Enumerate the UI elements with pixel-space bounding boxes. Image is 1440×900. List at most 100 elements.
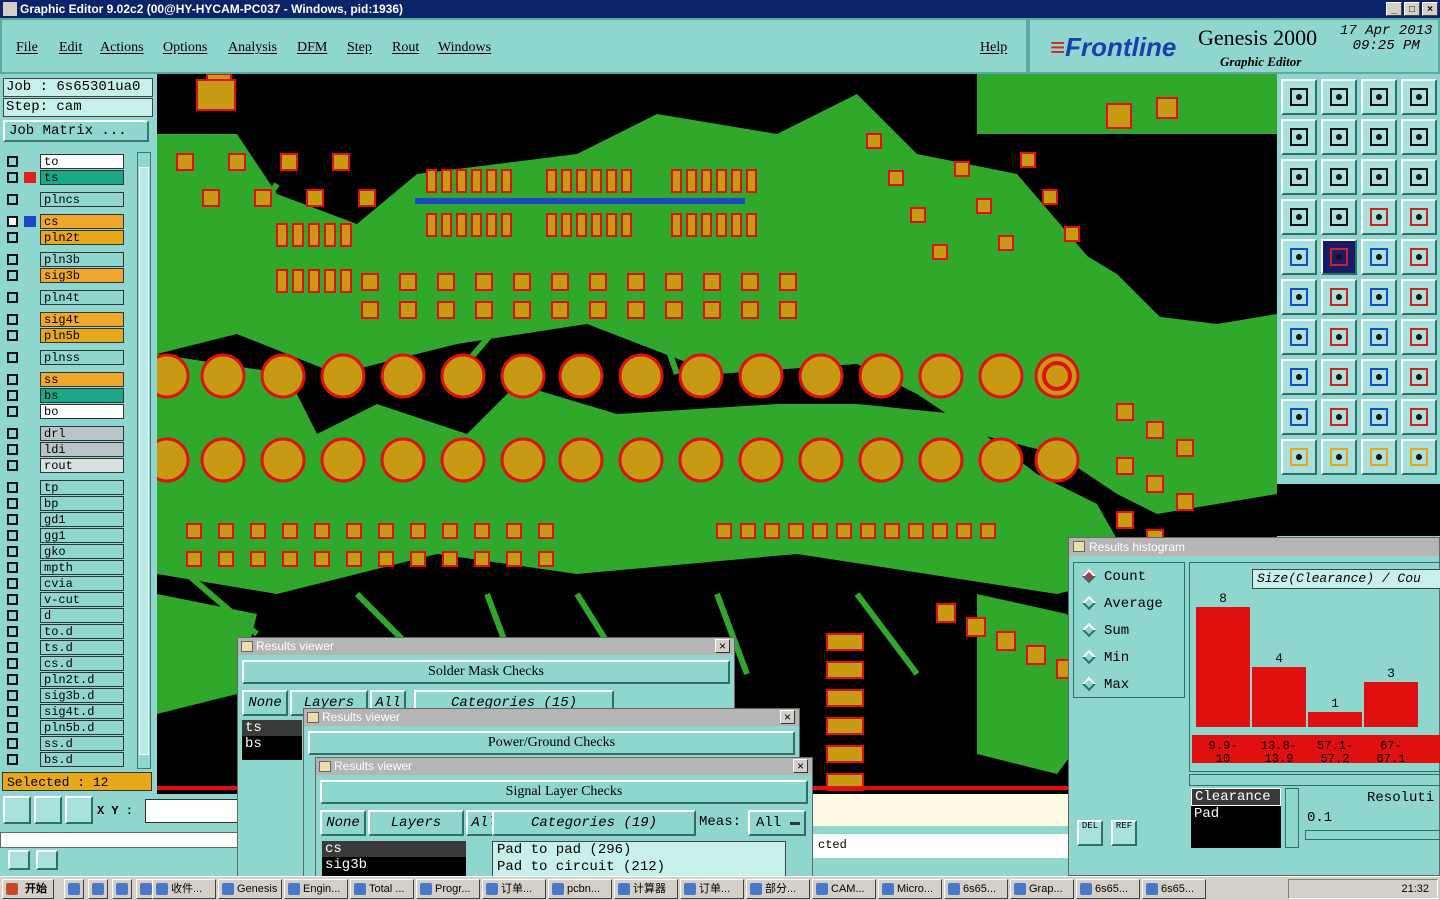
layer-row[interactable]: bs [4,388,126,403]
layer-name[interactable]: pln3b [40,252,124,267]
menu-step[interactable]: Step [347,40,372,56]
pointer-select-button[interactable] [1361,439,1397,475]
layer-row[interactable]: sig3b.d [4,688,126,703]
layer-checkbox[interactable] [7,314,18,325]
rotate-arc-button[interactable] [1361,319,1397,355]
taskbar-item[interactable]: 收件... [152,879,216,899]
taskbar-item[interactable]: Progr... [416,879,480,899]
mode-average[interactable]: Average [1081,596,1163,612]
taskbar-item[interactable]: 计算器 [614,879,678,899]
menu-windows[interactable]: Windows [438,40,491,56]
snap-button[interactable] [8,850,30,870]
layer-checkbox[interactable] [7,172,18,183]
quicklaunch-button[interactable] [112,879,132,899]
rv1-close-button[interactable]: × [715,639,730,653]
triangle-button[interactable] [1281,399,1317,435]
menu-actions[interactable]: Actions [100,40,144,56]
circle-button[interactable] [1401,239,1437,275]
layer-checkbox[interactable] [7,754,18,765]
arc-button[interactable] [1361,279,1397,315]
layer-name[interactable]: v-cut [40,592,124,607]
rv2-close-button[interactable]: × [780,710,795,724]
menu-dfm[interactable]: DFM [297,40,327,56]
hist-field-item[interactable]: Clearance [1191,788,1281,806]
layer-checkbox[interactable] [7,498,18,509]
layers-b-button[interactable] [1401,199,1437,235]
layer-name[interactable]: bp [40,496,124,511]
layer-name[interactable]: sig4t.d [40,704,124,719]
layer-name[interactable]: plncs [40,192,124,207]
layer-row[interactable]: gko [4,544,126,559]
layer-checkbox[interactable] [7,514,18,525]
layer-row[interactable]: pln3b [4,252,126,267]
hist-hscroll[interactable] [1189,774,1440,786]
taskbar-item[interactable]: 6s65... [944,879,1008,899]
menu-analysis[interactable]: Analysis [228,40,277,56]
layer-row[interactable]: ldi [4,442,126,457]
layer-checkbox[interactable] [7,292,18,303]
rv3-close-button[interactable]: × [793,759,808,773]
arc2-button[interactable] [1401,279,1437,315]
menu-options[interactable]: Options [163,40,207,56]
layer-name[interactable]: cs [40,214,124,229]
mode-sum[interactable]: Sum [1081,623,1129,639]
grid-button[interactable] [1321,199,1357,235]
layer-name[interactable]: sig3b [40,268,124,283]
rv3-meas-select[interactable]: All [748,810,806,836]
pad-button[interactable] [1281,359,1317,395]
layer-checkbox[interactable] [7,156,18,167]
layer-name[interactable]: tp [40,480,124,495]
move-up-button[interactable] [1281,79,1317,115]
move-down-button[interactable] [1321,79,1357,115]
layer-name[interactable]: pln2t [40,230,124,245]
rv3-categories-button[interactable]: Categories (19) [492,810,696,836]
menu-edit[interactable]: Edit [59,40,82,56]
help-button[interactable] [1401,159,1437,195]
layer-row[interactable]: pln4t [4,290,126,305]
cross-button[interactable] [1321,279,1357,315]
layer-checkbox[interactable] [7,562,18,573]
taskbar-item[interactable]: Engin... [284,879,348,899]
layer-name[interactable]: ts [40,170,124,185]
layer-row[interactable]: d [4,608,126,623]
mode-min[interactable]: Min [1081,650,1129,666]
layer-row[interactable]: ts.d [4,640,126,655]
window-button[interactable] [1401,79,1437,115]
triangle3-button[interactable] [1361,399,1397,435]
measure-button[interactable] [34,796,62,824]
layer-checkbox[interactable] [7,444,18,455]
layer-name[interactable]: ts.d [40,640,124,655]
maximize-button[interactable]: □ [1404,2,1420,16]
hist-field-list[interactable]: Clearance Pad [1191,788,1281,848]
taskbar-item[interactable]: 6s65... [1076,879,1140,899]
mode-max[interactable]: Max [1081,677,1129,693]
layer-checkbox[interactable] [7,216,18,227]
rv3-category-list[interactable]: Pad to pad (296) Pad to circuit (212) [492,841,786,877]
snake-button[interactable] [1401,119,1437,155]
layer-name[interactable]: pln5b [40,328,124,343]
layer-row[interactable]: pln5b.d [4,720,126,735]
layer-name[interactable]: bs [40,388,124,403]
layer-checkbox[interactable] [7,626,18,637]
layer-name[interactable]: drl [40,426,124,441]
layer-checkbox[interactable] [7,254,18,265]
help-button[interactable] [36,850,58,870]
xy-input[interactable] [145,799,240,823]
rotate-button[interactable] [1361,119,1397,155]
taskbar-item[interactable]: 订单... [482,879,546,899]
layer-checkbox[interactable] [7,722,18,733]
layer-row[interactable]: gg1 [4,528,126,543]
rv1-layer-list[interactable]: ts bs [242,720,302,760]
taskbar-item[interactable]: Genesis [218,879,282,899]
layer-checkbox[interactable] [7,374,18,385]
hist-field-item[interactable]: Pad [1191,806,1281,822]
layer-row[interactable]: pln2t [4,230,126,245]
layer-name[interactable]: gd1 [40,512,124,527]
layer-checkbox[interactable] [7,406,18,417]
pointer-box-button[interactable] [1321,439,1357,475]
layer-row[interactable]: mpth [4,560,126,575]
taskbar-item[interactable]: 6s65... [1142,879,1206,899]
rv1-none-button[interactable]: None [242,690,288,716]
menu-rout[interactable]: Rout [392,40,419,56]
align-button[interactable] [1401,319,1437,355]
